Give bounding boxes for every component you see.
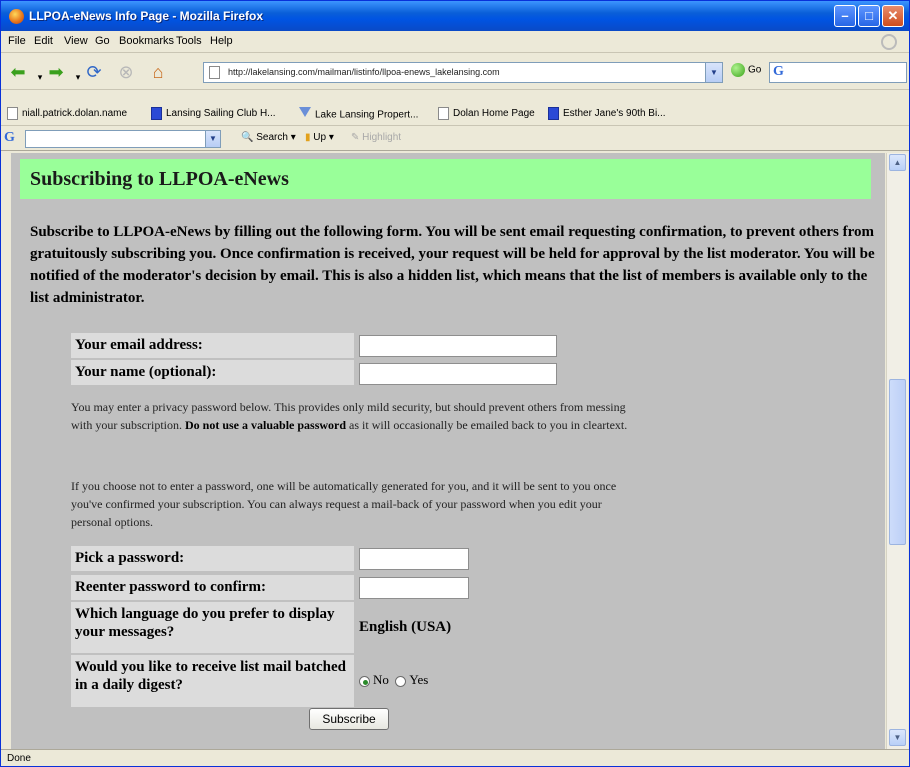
scroll-down-icon[interactable]: ▼ — [889, 729, 906, 746]
bookmark-item[interactable]: Dolan Home Page — [438, 107, 535, 120]
bookmarks-toolbar: niall.patrick.dolan.name Lansing Sailing… — [1, 101, 909, 126]
name-label: Your name (optional): — [71, 360, 354, 385]
forward-icon[interactable]: ➡ — [45, 62, 67, 82]
bookmark-item[interactable]: Esther Jane's 90th Bi... — [548, 107, 666, 120]
google-search-button[interactable]: 🔍 Search ▾ — [241, 132, 296, 143]
activity-throbber-icon — [881, 34, 897, 50]
property-icon — [299, 107, 311, 123]
sailing-icon — [151, 107, 162, 120]
window-title: LLPOA-eNews Info Page - Mozilla Firefox — [29, 9, 264, 23]
url-text: http://lakelansing.com/mailman/listinfo/… — [228, 67, 500, 77]
password-label: Pick a password: — [71, 546, 354, 571]
menu-bookmarks[interactable]: Bookmarks — [119, 35, 174, 47]
menu-help[interactable]: Help — [210, 35, 233, 47]
menu-go[interactable]: Go — [95, 35, 110, 47]
title-bar: LLPOA-eNews Info Page - Mozilla Firefox … — [1, 1, 909, 31]
digest-yes-label: Yes — [409, 672, 429, 687]
digest-no-radio[interactable] — [359, 675, 370, 687]
menu-tools[interactable]: Tools — [176, 35, 202, 47]
subscribe-button[interactable]: Subscribe — [309, 708, 389, 730]
page-icon — [438, 107, 449, 120]
menu-file[interactable]: File — [8, 35, 26, 47]
language-value: English (USA) — [359, 619, 452, 635]
bookmark-item[interactable]: niall.patrick.dolan.name — [7, 107, 127, 120]
scrollbar-thumb[interactable] — [889, 379, 906, 545]
address-bar[interactable]: http://lakelansing.com/mailman/listinfo/… — [203, 62, 723, 83]
google-search-input[interactable]: ▼ — [25, 130, 221, 148]
home-icon[interactable]: ⌂ — [147, 62, 169, 82]
google-search-icon: G — [773, 64, 784, 79]
bookmark-item[interactable]: Lake Lansing Propert... — [299, 107, 418, 123]
page-banner: Subscribing to LLPOA-eNews — [20, 159, 871, 199]
status-bar: Done — [1, 749, 909, 766]
maximize-button[interactable]: □ — [858, 5, 880, 27]
url-dropdown-icon[interactable]: ▼ — [705, 63, 722, 82]
email-label: Your email address: — [71, 333, 354, 358]
minimize-button[interactable]: – — [834, 5, 856, 27]
google-toolbar: G ▼ 🔍 Search ▾ ▮ Up ▾ ✎ Highlight — [1, 127, 909, 151]
search-box[interactable]: G — [769, 62, 907, 83]
password-note: You may enter a privacy password below. … — [71, 400, 628, 432]
password-field[interactable] — [359, 548, 469, 570]
google-up-button[interactable]: ▮ Up ▾ — [305, 132, 334, 143]
name-field[interactable] — [359, 363, 557, 385]
go-button[interactable]: Go — [731, 63, 761, 77]
email-field[interactable] — [359, 335, 557, 357]
menu-edit[interactable]: Edit — [34, 35, 53, 47]
search-dropdown-icon[interactable]: ▼ — [205, 131, 220, 147]
confirm-password-label: Reenter password to confirm: — [71, 575, 354, 600]
vertical-scrollbar[interactable]: ▲ ▼ — [886, 153, 908, 749]
menu-view[interactable]: View — [64, 35, 88, 47]
digest-label: Would you like to receive list mail batc… — [71, 655, 354, 707]
scroll-up-icon[interactable]: ▲ — [889, 154, 906, 171]
firefox-icon — [9, 9, 24, 24]
page-content: Subscribing to LLPOA-eNews Subscribe to … — [11, 153, 885, 749]
page-icon — [7, 107, 18, 120]
language-label: Which language do you prefer to display … — [71, 602, 354, 653]
digest-yes-radio[interactable] — [395, 675, 407, 687]
navigation-toolbar: ⬅ ▾ ➡ ▾ ⟳ ⊗ ⌂ http://lakelansing.com/mai… — [1, 54, 909, 90]
close-button[interactable]: ✕ — [882, 5, 904, 27]
google-logo-icon[interactable]: G — [4, 130, 15, 146]
confirm-password-field[interactable] — [359, 577, 469, 599]
back-icon[interactable]: ⬅ — [7, 62, 29, 82]
page-icon — [209, 66, 220, 79]
page-title: Subscribing to LLPOA-eNews — [30, 168, 289, 190]
bookmark-item[interactable]: Lansing Sailing Club H... — [151, 107, 276, 120]
digest-radio-group: No Yes — [359, 672, 428, 688]
digest-no-label: No — [373, 672, 389, 687]
menu-bar: File Edit View Go Bookmarks Tools Help — [1, 31, 909, 53]
stop-icon[interactable]: ⊗ — [115, 62, 137, 82]
reload-icon[interactable]: ⟳ — [83, 62, 105, 82]
intro-text: Subscribe to LLPOA-eNews by filling out … — [30, 224, 875, 306]
status-text: Done — [7, 753, 31, 764]
go-icon — [731, 63, 745, 77]
autogen-password-note: If you choose not to enter a password, o… — [71, 479, 617, 529]
browser-window: LLPOA-eNews Info Page - Mozilla Firefox … — [0, 0, 910, 767]
photo-icon — [548, 107, 559, 120]
google-highlight-button[interactable]: ✎ Highlight — [351, 132, 401, 143]
